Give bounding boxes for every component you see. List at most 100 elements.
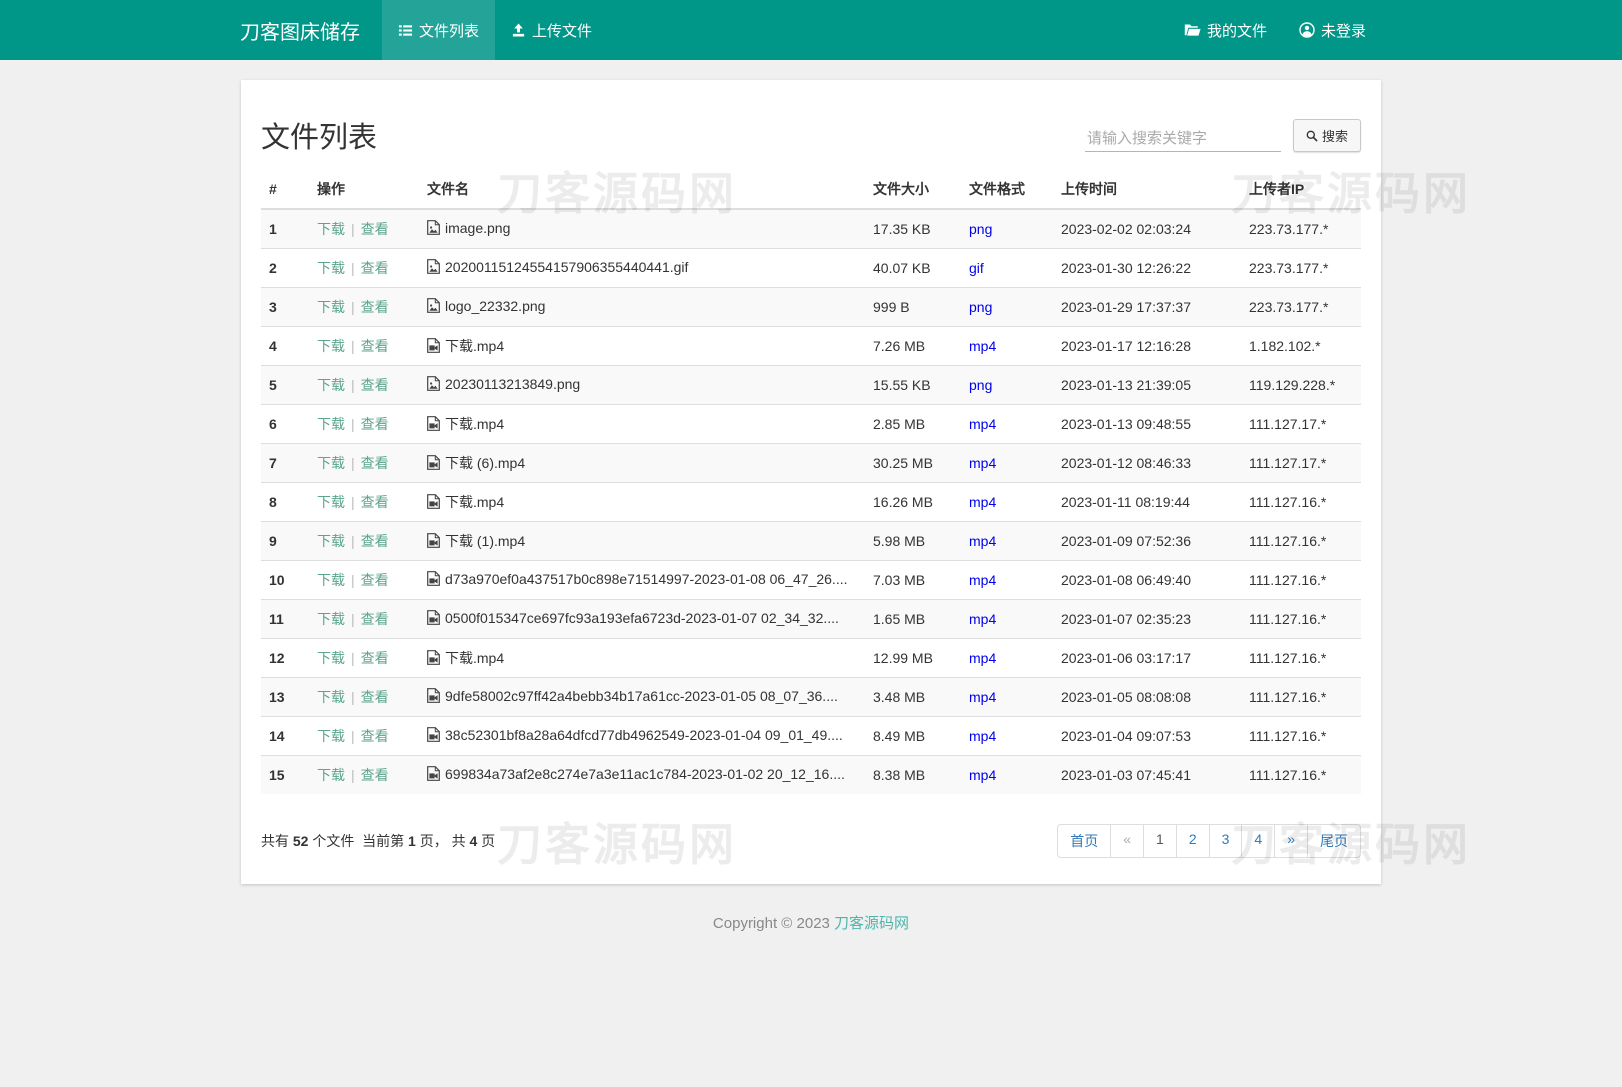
upload-time: 2023-01-30 12:26:22	[1053, 249, 1241, 288]
file-name: d73a970ef0a437517b0c898e71514997-2023-01…	[445, 571, 848, 587]
download-link[interactable]: 下载	[317, 533, 345, 549]
file-format-link[interactable]: png	[969, 377, 992, 393]
file-format-link[interactable]: mp4	[969, 650, 996, 666]
table-row: 1 下载|查看 image.png 17.35 KB png 2023-02-0…	[261, 209, 1361, 249]
download-link[interactable]: 下载	[317, 260, 345, 276]
file-format-link[interactable]: png	[969, 221, 992, 237]
brand[interactable]: 刀客图床储存	[240, 0, 382, 60]
download-link[interactable]: 下载	[317, 572, 345, 588]
download-link[interactable]: 下载	[317, 455, 345, 471]
download-link[interactable]: 下载	[317, 689, 345, 705]
upload-time: 2023-01-13 09:48:55	[1053, 405, 1241, 444]
download-link[interactable]: 下载	[317, 416, 345, 432]
page-button-3[interactable]: 3	[1209, 824, 1243, 858]
file-video-icon	[427, 610, 440, 628]
view-link[interactable]: 查看	[361, 299, 389, 315]
file-name: 下载.mp4	[445, 494, 504, 510]
download-link[interactable]: 下载	[317, 221, 345, 237]
uploader-ip: 111.127.16.*	[1241, 756, 1361, 795]
uploader-ip: 223.73.177.*	[1241, 209, 1361, 249]
file-video-icon	[427, 494, 440, 512]
navbar: 刀客图床储存 文件列表 上传文件 我的文件	[0, 0, 1622, 60]
file-format-link[interactable]: mp4	[969, 572, 996, 588]
view-link[interactable]: 查看	[361, 611, 389, 627]
footer-site-link[interactable]: 刀客源码网	[834, 915, 909, 932]
page-button-«: «	[1110, 824, 1144, 858]
view-link[interactable]: 查看	[361, 338, 389, 354]
file-format-link[interactable]: mp4	[969, 416, 996, 432]
file-size: 40.07 KB	[865, 249, 961, 288]
file-size: 30.25 MB	[865, 444, 961, 483]
file-name: 20230113213849.png	[445, 376, 580, 392]
download-link[interactable]: 下载	[317, 611, 345, 627]
file-format-link[interactable]: mp4	[969, 728, 996, 744]
view-link[interactable]: 查看	[361, 455, 389, 471]
file-image-icon	[427, 259, 440, 277]
page-button-2[interactable]: 2	[1176, 824, 1210, 858]
view-link[interactable]: 查看	[361, 689, 389, 705]
row-index: 7	[261, 444, 309, 483]
download-link[interactable]: 下载	[317, 728, 345, 744]
view-link[interactable]: 查看	[361, 494, 389, 510]
file-size: 999 B	[865, 288, 961, 327]
download-link[interactable]: 下载	[317, 767, 345, 783]
upload-icon	[511, 23, 526, 38]
row-index: 15	[261, 756, 309, 795]
file-list-card: 文件列表 搜索 #操作文件名文件大小文件格式上传时间上传者IP 1 下载|查看 …	[241, 80, 1381, 884]
file-format-link[interactable]: mp4	[969, 455, 996, 471]
table-row: 4 下载|查看 下载.mp4 7.26 MB mp4 2023-01-17 12…	[261, 327, 1361, 366]
file-format-link[interactable]: mp4	[969, 533, 996, 549]
view-link[interactable]: 查看	[361, 572, 389, 588]
search-button[interactable]: 搜索	[1293, 119, 1361, 152]
table-row: 8 下载|查看 下载.mp4 16.26 MB mp4 2023-01-11 0…	[261, 483, 1361, 522]
action-separator: |	[351, 299, 355, 315]
upload-time: 2023-01-07 02:35:23	[1053, 600, 1241, 639]
site-footer: Copyright © 2023 刀客源码网	[0, 912, 1622, 933]
nav-item-my-files[interactable]: 我的文件	[1168, 0, 1283, 60]
file-size: 7.26 MB	[865, 327, 961, 366]
page-button-»[interactable]: »	[1274, 824, 1308, 858]
upload-time: 2023-01-05 08:08:08	[1053, 678, 1241, 717]
file-size: 1.65 MB	[865, 600, 961, 639]
copyright-text: Copyright © 2023	[713, 915, 834, 932]
download-link[interactable]: 下载	[317, 338, 345, 354]
file-format-link[interactable]: mp4	[969, 611, 996, 627]
file-video-icon	[427, 338, 440, 356]
download-link[interactable]: 下载	[317, 650, 345, 666]
view-link[interactable]: 查看	[361, 260, 389, 276]
view-link[interactable]: 查看	[361, 221, 389, 237]
view-link[interactable]: 查看	[361, 416, 389, 432]
nav-item-upload[interactable]: 上传文件	[495, 0, 608, 60]
file-format-link[interactable]: mp4	[969, 338, 996, 354]
view-link[interactable]: 查看	[361, 728, 389, 744]
view-link[interactable]: 查看	[361, 767, 389, 783]
row-index: 9	[261, 522, 309, 561]
file-name: 下载.mp4	[445, 650, 504, 666]
file-format-link[interactable]: mp4	[969, 494, 996, 510]
file-format-link[interactable]: mp4	[969, 767, 996, 783]
view-link[interactable]: 查看	[361, 533, 389, 549]
file-format-link[interactable]: png	[969, 299, 992, 315]
action-separator: |	[351, 572, 355, 588]
file-name: 下载 (6).mp4	[445, 455, 525, 471]
search-input[interactable]	[1085, 126, 1281, 152]
row-index: 10	[261, 561, 309, 600]
page-button-首页[interactable]: 首页	[1057, 824, 1111, 858]
file-size: 7.03 MB	[865, 561, 961, 600]
view-link[interactable]: 查看	[361, 650, 389, 666]
view-link[interactable]: 查看	[361, 377, 389, 393]
upload-time: 2023-01-09 07:52:36	[1053, 522, 1241, 561]
download-link[interactable]: 下载	[317, 494, 345, 510]
download-link[interactable]: 下载	[317, 377, 345, 393]
file-video-icon	[427, 727, 440, 745]
column-header-1: 操作	[309, 170, 419, 209]
file-format-link[interactable]: gif	[969, 260, 984, 276]
nav-item-file-list[interactable]: 文件列表	[382, 0, 495, 60]
nav-item-login-status[interactable]: 未登录	[1283, 0, 1382, 60]
table-row: 6 下载|查看 下载.mp4 2.85 MB mp4 2023-01-13 09…	[261, 405, 1361, 444]
download-link[interactable]: 下载	[317, 299, 345, 315]
file-format-link[interactable]: mp4	[969, 689, 996, 705]
page-button-尾页[interactable]: 尾页	[1307, 824, 1361, 858]
page-button-4[interactable]: 4	[1241, 824, 1275, 858]
action-separator: |	[351, 533, 355, 549]
